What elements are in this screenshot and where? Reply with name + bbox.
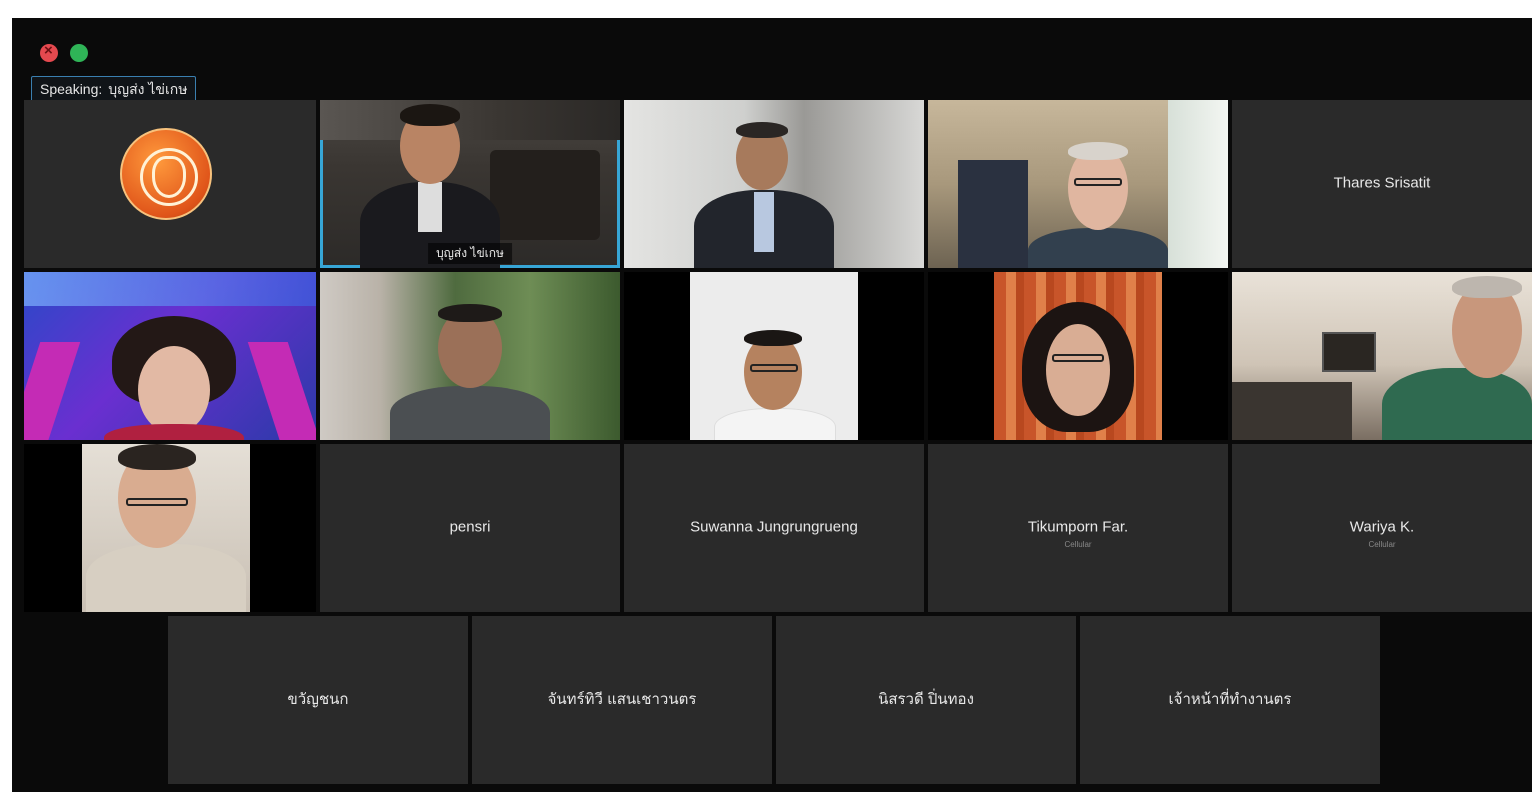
participant-tile-tikumporn[interactable]: Tikumporn Far. Cellular [928,444,1228,612]
active-speaker-indicator: Speaking: บุญส่ง ไข่เกษ [31,76,197,102]
close-window-button[interactable] [40,42,58,62]
participant-tile-row4-4[interactable]: เจ้าหน้าที่ทำงานตร [1080,616,1380,784]
participant-tile-pensri[interactable]: pensri [320,444,620,612]
participant-connection-type: Cellular [1064,540,1092,549]
participant-tile-active-speaker[interactable]: บุญส่ง ไข่เกษ [320,100,620,268]
participant-name: Thares Srisatit [1333,174,1431,192]
participant-tile-video-10[interactable] [1232,272,1532,440]
speaking-name: บุญส่ง ไข่เกษ [108,81,188,97]
participant-name: จันทร์ทิวี แสนเชาวนตร [547,690,697,708]
participant-tile-video-8[interactable] [624,272,924,440]
participant-name: Tikumporn Far. [1027,518,1129,536]
participant-tile-logo[interactable] [24,100,316,268]
meeting-window: Speaking: บุญส่ง ไข่เกษ บุญส่ง ไข่เกษ [12,18,1532,792]
participant-video [714,328,836,440]
participant-video [1018,302,1138,440]
participant-tile-suwanna[interactable]: Suwanna Jungrungrueng [624,444,924,612]
participant-tile-video-9[interactable] [928,272,1228,440]
participant-tile-thares[interactable]: Thares Srisatit [1232,100,1532,268]
participant-tile-row4-2[interactable]: จันทร์ทิวี แสนเชาวนตร [472,616,772,784]
participant-tile-video-6[interactable] [24,272,316,440]
participant-name: pensri [449,518,491,536]
participant-connection-type: Cellular [1368,540,1396,549]
participant-name: ขวัญชนก [287,690,349,708]
participant-video [104,316,244,440]
participant-name: Wariya K. [1349,518,1415,536]
participant-video [390,302,550,440]
participant-tile-video-3[interactable] [624,100,924,268]
participant-tile-wariya[interactable]: Wariya K. Cellular [1232,444,1532,612]
maximize-window-button[interactable] [70,44,88,62]
organization-emblem-icon [120,128,212,220]
participant-name-caption: บุญส่ง ไข่เกษ [428,243,512,264]
participant-video [1382,272,1532,440]
participant-name: เจ้าหน้าที่ทำงานตร [1168,690,1292,708]
participant-tile-video-4[interactable] [928,100,1228,268]
participant-video [694,120,834,268]
participant-video [86,444,246,612]
participant-tile-video-7[interactable] [320,272,620,440]
participant-tile-video-11[interactable] [24,444,316,612]
participant-name: Suwanna Jungrungrueng [690,518,858,536]
participant-name: นิสรวดี ปิ่นทอง [878,690,974,708]
participant-tile-row4-3[interactable]: นิสรวดี ปิ่นทอง [776,616,1076,784]
participant-tile-row4-1[interactable]: ขวัญชนก [168,616,468,784]
speaking-label: Speaking: [40,81,103,97]
participant-video [1028,140,1168,268]
